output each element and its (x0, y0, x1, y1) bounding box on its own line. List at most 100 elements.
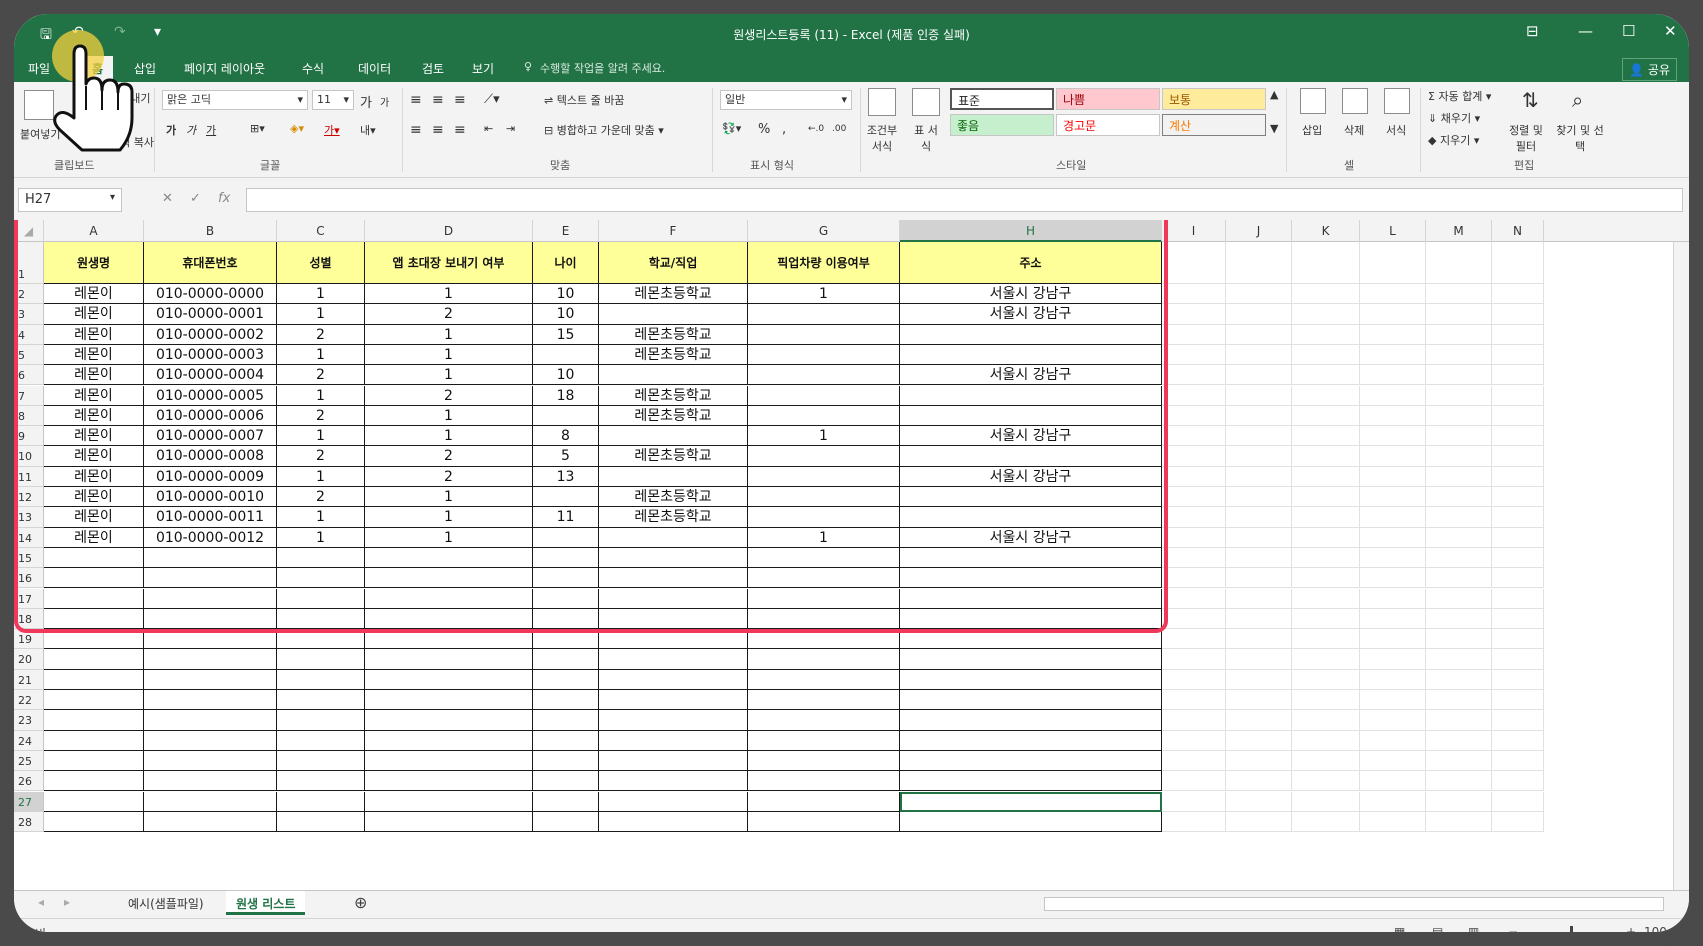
italic-button[interactable]: 가 (186, 122, 196, 138)
empty-cell[interactable] (1162, 791, 1226, 812)
empty-cell[interactable] (277, 730, 365, 751)
empty-cell[interactable] (748, 730, 900, 751)
find-select-icon[interactable]: ⌕ (1572, 88, 1583, 112)
empty-cell[interactable] (1226, 242, 1292, 284)
empty-cell[interactable] (1360, 629, 1426, 650)
align-top-icon[interactable]: ≡ (410, 92, 422, 108)
normal-view-icon[interactable]: ▦ (1394, 925, 1405, 932)
empty-cell[interactable] (1426, 527, 1492, 548)
row-header-21[interactable]: 21 (14, 669, 44, 690)
ribbon-display-icon[interactable]: ⊟ (1526, 22, 1539, 40)
merge-center-button[interactable]: ⊟ 병합하고 가운데 맞춤 ▾ (544, 122, 664, 138)
empty-cell[interactable] (748, 649, 900, 670)
empty-cell[interactable] (1426, 344, 1492, 366)
empty-cell[interactable] (44, 730, 144, 751)
empty-cell[interactable] (1492, 588, 1544, 609)
empty-cell[interactable] (1426, 487, 1492, 508)
maximize-button[interactable]: ☐ (1622, 22, 1635, 40)
tell-me-box[interactable]: 수행할 작업을 알려 주세요. (540, 60, 665, 76)
empty-cell[interactable] (1492, 466, 1544, 487)
empty-cell[interactable] (365, 811, 533, 833)
empty-cell[interactable] (1492, 547, 1544, 569)
empty-cell[interactable] (1226, 324, 1292, 345)
tab-data[interactable]: 데이터 (358, 60, 391, 77)
empty-cell[interactable] (1360, 730, 1426, 751)
align-bottom-icon[interactable]: ≡ (454, 92, 466, 108)
empty-cell[interactable] (900, 771, 1162, 792)
style-calculation[interactable]: 계산 (1162, 114, 1266, 136)
empty-cell[interactable] (1162, 344, 1226, 366)
empty-cell[interactable] (277, 750, 365, 772)
empty-cell[interactable] (1162, 487, 1226, 508)
empty-cell[interactable] (1426, 324, 1492, 345)
shrink-font-button[interactable]: 가 (380, 94, 389, 109)
empty-cell[interactable] (748, 669, 900, 690)
scroll-sheets-left-icon[interactable]: ◂ (38, 895, 44, 909)
empty-cell[interactable] (1492, 669, 1544, 690)
column-header-m[interactable]: M (1426, 220, 1492, 242)
empty-cell[interactable] (1426, 385, 1492, 406)
percent-button[interactable]: % (758, 122, 770, 137)
empty-cell[interactable] (599, 730, 748, 751)
empty-cell[interactable] (1162, 446, 1226, 467)
sort-filter-button[interactable]: 정렬 및 필터 (1506, 122, 1546, 154)
empty-cell[interactable] (1226, 446, 1292, 467)
empty-cell[interactable] (1426, 242, 1492, 284)
empty-cell[interactable] (748, 750, 900, 772)
empty-cell[interactable] (748, 690, 900, 711)
empty-cell[interactable] (900, 811, 1162, 833)
empty-cell[interactable] (1360, 426, 1426, 447)
empty-cell[interactable] (1360, 405, 1426, 427)
empty-cell[interactable] (1162, 304, 1226, 325)
empty-cell[interactable] (900, 690, 1162, 711)
find-select-button[interactable]: 찾기 및 선택 (1554, 122, 1606, 154)
conditional-format-button[interactable]: 조건부 서식 (864, 122, 900, 154)
empty-cell[interactable] (1292, 811, 1360, 833)
tab-review[interactable]: 검토 (422, 60, 444, 77)
sort-filter-icon[interactable]: ⇅ (1522, 88, 1539, 112)
empty-cell[interactable] (1492, 527, 1544, 548)
empty-cell[interactable] (1360, 507, 1426, 528)
empty-cell[interactable] (1426, 466, 1492, 487)
empty-cell[interactable] (1492, 730, 1544, 751)
empty-cell[interactable] (1360, 771, 1426, 792)
empty-cell[interactable] (748, 710, 900, 731)
enter-icon[interactable]: ✓ (190, 191, 201, 206)
vertical-scrollbar[interactable] (1673, 242, 1689, 890)
empty-cell[interactable] (1360, 547, 1426, 569)
empty-cell[interactable] (144, 690, 277, 711)
style-neutral[interactable]: 보통 (1162, 88, 1266, 110)
empty-cell[interactable] (144, 669, 277, 690)
empty-cell[interactable] (1226, 426, 1292, 447)
empty-cell[interactable] (533, 750, 599, 772)
styles-more-icon[interactable]: ▼ (1270, 122, 1278, 135)
bold-button[interactable]: 가 (166, 122, 176, 138)
empty-cell[interactable] (1292, 324, 1360, 345)
empty-cell[interactable] (1226, 405, 1292, 427)
empty-cell[interactable] (599, 710, 748, 731)
empty-cell[interactable] (1226, 750, 1292, 772)
empty-cell[interactable] (1426, 405, 1492, 427)
wrap-text-button[interactable]: ⇌ 텍스트 줄 바꿈 (544, 92, 624, 108)
fill-color-icon[interactable]: ◈▾ (290, 122, 304, 135)
align-middle-icon[interactable]: ≡ (432, 92, 444, 108)
autosum-button[interactable]: Σ 자동 합계 ▾ (1428, 88, 1491, 104)
empty-cell[interactable] (1360, 487, 1426, 508)
empty-cell[interactable] (1162, 710, 1226, 731)
insert-function-button[interactable]: fx (218, 191, 230, 206)
zoom-slider-thumb[interactable] (1570, 926, 1573, 932)
font-size-select[interactable]: 11 ▾ (312, 90, 354, 110)
empty-cell[interactable] (1492, 487, 1544, 508)
row-header-25[interactable]: 25 (14, 750, 44, 772)
empty-cell[interactable] (144, 730, 277, 751)
empty-cell[interactable] (1226, 365, 1292, 386)
empty-cell[interactable] (1292, 426, 1360, 447)
align-right-icon[interactable]: ≡ (454, 122, 466, 138)
delete-cells-icon[interactable] (1342, 88, 1368, 114)
font-family-select[interactable]: 맑은 고딕 ▾ (162, 90, 308, 110)
empty-cell[interactable] (365, 710, 533, 731)
zoom-in-button[interactable]: + (1626, 925, 1636, 932)
empty-cell[interactable] (1226, 344, 1292, 366)
empty-cell[interactable] (1162, 324, 1226, 345)
empty-cell[interactable] (1360, 527, 1426, 548)
